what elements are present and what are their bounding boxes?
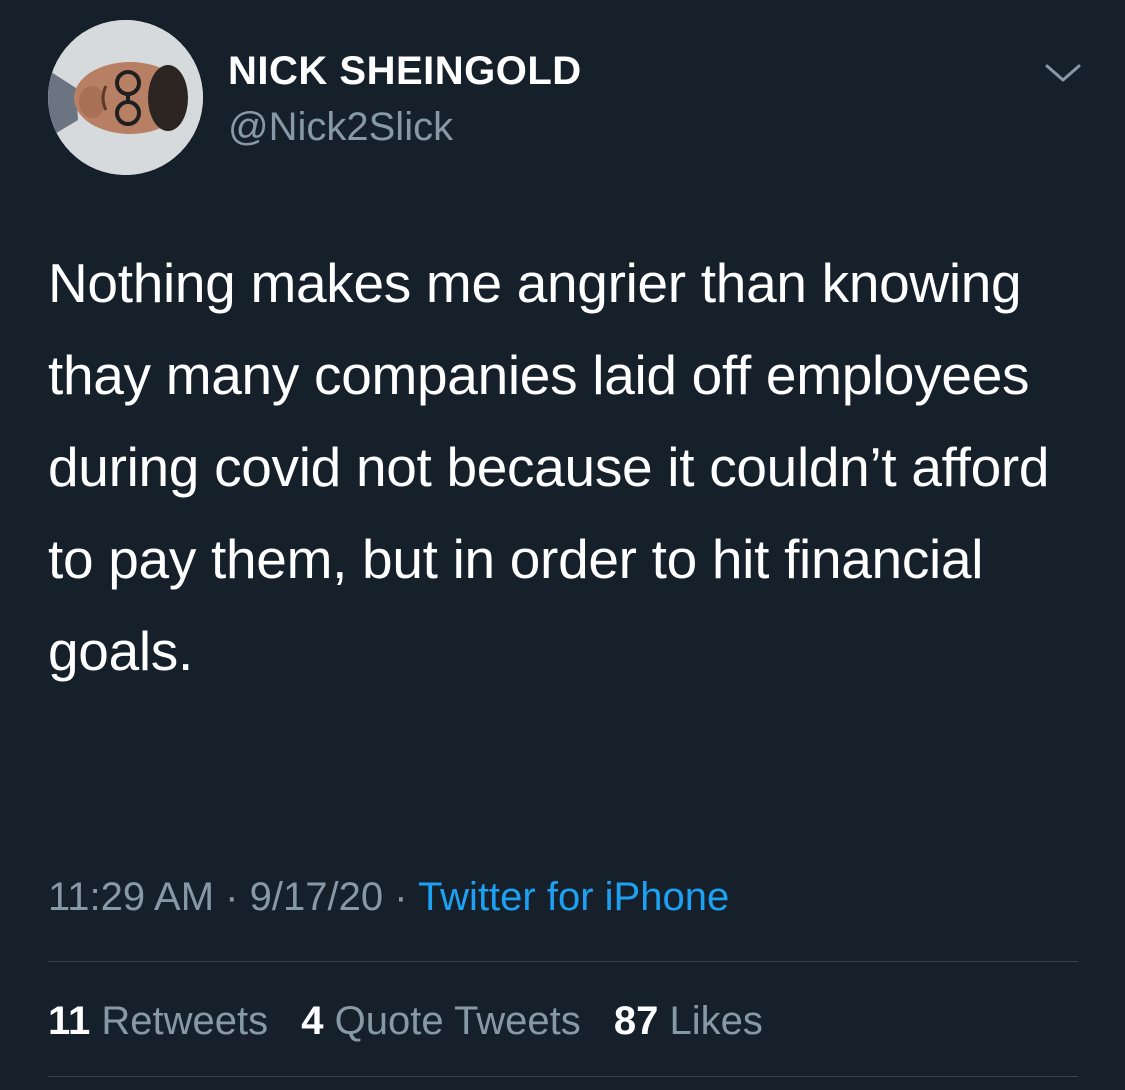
author-name[interactable]: NICK SHEINGOLD xyxy=(228,48,582,94)
tweet-stats: 11 Retweets 4 Quote Tweets 87 Likes xyxy=(48,996,785,1046)
divider xyxy=(48,961,1078,962)
author-handle[interactable]: @Nick2Slick xyxy=(228,104,582,150)
tweet-text: Nothing makes me angrier than knowing th… xyxy=(48,252,1050,682)
likes-stat[interactable]: 87 Likes xyxy=(614,999,763,1043)
quote-tweets-stat[interactable]: 4 Quote Tweets xyxy=(301,999,580,1043)
retweets-label: Retweets xyxy=(101,999,269,1043)
retweets-count: 11 xyxy=(48,999,91,1043)
tweet-meta: 11:29 AM · 9/17/20 · Twitter for iPhone xyxy=(48,872,729,922)
avatar[interactable] xyxy=(48,20,203,175)
tweet-author[interactable]: NICK SHEINGOLD @Nick2Slick xyxy=(228,48,582,150)
tweet-date[interactable]: 9/17/20 xyxy=(250,875,383,919)
meta-separator: · xyxy=(225,875,239,919)
chevron-down-icon[interactable] xyxy=(1043,58,1083,88)
retweets-stat[interactable]: 11 Retweets xyxy=(48,999,268,1043)
tweet-source-link[interactable]: Twitter for iPhone xyxy=(418,875,729,919)
likes-count: 87 xyxy=(613,999,659,1043)
quotes-count: 4 xyxy=(301,999,324,1043)
meta-separator: · xyxy=(394,875,408,919)
likes-label: Likes xyxy=(669,999,763,1043)
tweet-detail: NICK SHEINGOLD @Nick2Slick Nothing makes… xyxy=(0,0,1125,1090)
divider xyxy=(48,1076,1078,1077)
avatar-image xyxy=(48,20,203,175)
tweet-time[interactable]: 11:29 AM xyxy=(48,875,214,919)
quotes-label: Quote Tweets xyxy=(334,999,581,1043)
